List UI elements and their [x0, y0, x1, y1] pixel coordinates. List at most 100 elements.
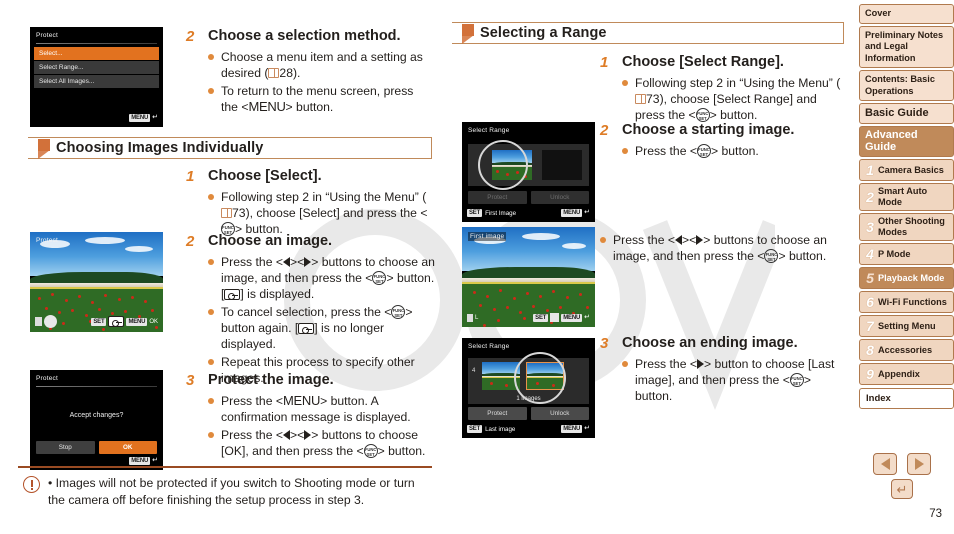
warning-note: • Images will not be protected if you sw…	[18, 466, 432, 509]
unlock-button[interactable]: Unlock	[530, 191, 589, 204]
multi-select-icon	[550, 313, 560, 322]
sidebar-chapter-7[interactable]: 7 Setting Menu	[859, 315, 954, 337]
sidebar-chapter-8[interactable]: 8 Accessories	[859, 339, 954, 361]
menu-key-label: MENU	[283, 393, 321, 408]
func-set-icon: FUNC SET	[391, 305, 406, 319]
menu-chip: MENU	[561, 313, 583, 322]
chapter-label: Other Shooting Modes	[878, 216, 945, 237]
bullet-dot-icon	[208, 83, 221, 115]
menu-chip: MENU	[129, 114, 151, 122]
next-page-button[interactable]	[907, 453, 931, 475]
bullet-text: Following step 2 in “Using the Menu” (73…	[635, 76, 841, 122]
step-number: 2	[186, 28, 195, 45]
sidebar-item-contents[interactable]: Contents: Basic Operations	[859, 70, 954, 101]
sidebar-item-cover[interactable]: Cover	[859, 4, 954, 24]
bullet-text: To cancel selection, press the < FUNC SET >…	[221, 305, 413, 351]
screen-title: Select Range	[468, 127, 510, 134]
chapter-number: 6	[866, 293, 874, 310]
bullet: Following step 2 in “Using the Menu” (73…	[622, 75, 844, 123]
menu-row-label: Select...	[39, 50, 63, 57]
sidebar-chapter-1[interactable]: 1 Camera Basics	[859, 159, 954, 181]
menu-row-select-range[interactable]: Select Range...	[34, 61, 159, 74]
bullet-dot-icon	[600, 232, 613, 264]
chapter-number: 2	[866, 188, 874, 205]
section-header-selecting-a-range: Selecting a Range	[452, 22, 844, 44]
screen-title: Protect	[36, 375, 58, 382]
camera-screen-first-image: First image L SET MENU ↵	[462, 227, 595, 327]
step-title: Choose [Select Range].	[622, 54, 784, 70]
bullet-choose-image: Press the < >< > buttons to choose an imag…	[600, 232, 844, 264]
menu-return-badge: MENU ↵	[129, 457, 158, 465]
page-ref: 28	[279, 66, 293, 80]
menu-row-label: Select Range...	[39, 64, 84, 71]
protect-button[interactable]: Protect	[468, 191, 527, 204]
menu-row-select[interactable]: Select...	[34, 47, 159, 60]
bullet-text: Press the < >< > buttons to choose an imag…	[221, 255, 435, 301]
set-first-image-badge: SET First Image	[467, 209, 516, 217]
sidebar-chapter-2[interactable]: 2 Smart Auto Mode	[859, 183, 954, 211]
step-2-choose-selection-method: 2 Choose a selection method. Choose a me…	[186, 26, 432, 117]
step-title: Choose a selection method.	[208, 28, 401, 44]
screen-title: Select Range	[468, 343, 510, 350]
sidebar-chapter-4[interactable]: 4 P Mode	[859, 243, 954, 265]
bullet-dot-icon	[208, 49, 221, 81]
note-body-text: Images will not be protected if you swit…	[48, 475, 415, 507]
set-chip: SET	[467, 425, 483, 433]
chapter-label: Smart Auto Mode	[878, 186, 928, 207]
func-set-icon: FUNC SET	[363, 444, 378, 458]
sidebar-chapter-9[interactable]: 9 Appendix	[859, 363, 954, 385]
unlock-button[interactable]: Unlock	[530, 407, 589, 420]
previous-page-button[interactable]	[873, 453, 897, 475]
sidebar-chapter-6[interactable]: 6 Wi-Fi Functions	[859, 291, 954, 313]
sidebar-item-preliminary-notes[interactable]: Preliminary Notes and Legal Information	[859, 25, 954, 68]
bullet-text: Press the <MENU> button. A confirmation …	[221, 393, 411, 424]
camera-screen-select-range-last: Select Range 4 1 images Protect Unlock S…	[462, 338, 595, 438]
sidebar-item-index[interactable]: Index	[859, 388, 954, 409]
ok-button[interactable]: OK	[98, 441, 157, 454]
confirm-message: Accept changes?	[69, 412, 124, 419]
chevron-left-icon	[880, 458, 890, 470]
range-index: 4	[472, 368, 476, 374]
bullet-text: To return to the menu screen, press the …	[221, 84, 414, 114]
menu-row-select-all[interactable]: Select All Images...	[34, 75, 159, 88]
bullet-dot-icon	[208, 254, 221, 302]
page-navigation: ↵ 73	[860, 453, 944, 520]
step-3-choose-ending-image: 3 Choose an ending image. Press the < > b…	[600, 333, 844, 406]
back-button[interactable]: ↵	[891, 479, 913, 499]
bullet-line: Following step 2 in “Using the Menu”	[221, 190, 419, 204]
menu-key-label: MENU	[248, 99, 286, 114]
arrow-left-icon	[283, 257, 290, 267]
chapter-label: Appendix	[878, 368, 920, 379]
selection-ring	[478, 140, 528, 190]
step-number: 2	[186, 233, 195, 250]
screen-title: Protect	[36, 32, 58, 39]
step-title: Protect the image.	[208, 372, 334, 388]
func-set-icon: FUNC SET	[372, 271, 387, 285]
camera-screen-accept-changes: Protect Accept changes? Stop OK MENU ↵	[30, 370, 163, 470]
warning-icon	[18, 475, 48, 509]
book-ref-icon	[635, 94, 646, 104]
protect-button[interactable]: Protect	[468, 407, 527, 420]
bullet-text: Press the < >< > buttons to choose an imag…	[613, 233, 827, 263]
chapter-number: 9	[866, 365, 874, 382]
bullet: Press the < >< > buttons to choose an imag…	[208, 254, 438, 302]
confirm-buttons: Stop OK	[36, 441, 157, 454]
arrow-right-icon	[304, 430, 312, 440]
bullet: To return to the menu screen, press the …	[208, 83, 432, 115]
sidebar-item-advanced-guide[interactable]: Advanced Guide	[859, 126, 954, 157]
set-chip: SET	[467, 209, 483, 217]
step-title: Choose [Select].	[208, 168, 322, 184]
page-ref: 73	[232, 206, 246, 220]
range-thumbnail-second[interactable]	[542, 150, 582, 180]
chapter-label: Wi-Fi Functions	[878, 296, 947, 307]
sidebar-chapter-3[interactable]: 3 Other Shooting Modes	[859, 213, 954, 241]
bullet-dot-icon	[208, 393, 221, 425]
bullet-dot-icon	[208, 304, 221, 352]
return-arrow-icon: ↵	[584, 313, 590, 321]
bullet-dot-icon	[622, 75, 635, 123]
sidebar-item-basic-guide[interactable]: Basic Guide	[859, 103, 954, 124]
sidebar-chapter-5[interactable]: 5 Playback Mode	[859, 267, 954, 289]
return-arrow-icon: ↵	[896, 481, 908, 497]
stop-button[interactable]: Stop	[36, 441, 95, 454]
arrow-right-icon	[696, 235, 704, 245]
